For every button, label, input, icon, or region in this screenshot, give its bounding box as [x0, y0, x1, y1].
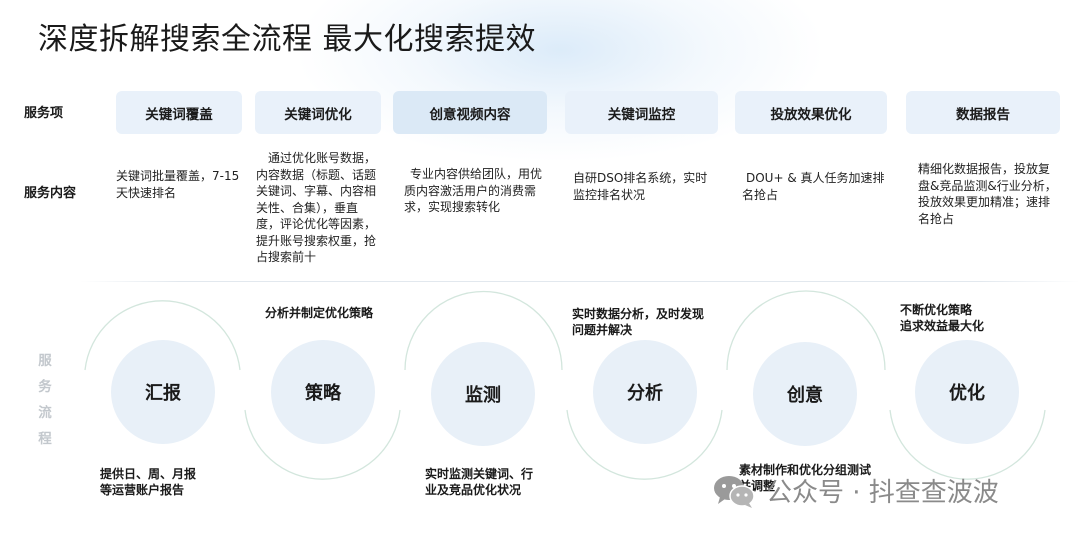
- flow-note-report: 提供日、周、月报 等运营账户报告: [100, 467, 197, 497]
- flow-note-optimize: 不断优化策略 追求效益最大化: [900, 303, 985, 333]
- flow-step-optimize: 优化: [915, 340, 1019, 444]
- flow-step-monitor: 监测: [431, 342, 535, 446]
- flow-step-analysis: 分析: [593, 340, 697, 444]
- flow-note-monitor: 实时监测关键词、行 业及竞品优化状况: [425, 467, 534, 497]
- flow-connector-arcs: [84, 290, 1046, 480]
- wechat-icon: [714, 475, 755, 508]
- flow-step-report: 汇报: [111, 340, 215, 444]
- watermark-text: 公众号 · 抖查查波波: [766, 478, 999, 508]
- watermark: 公众号 · 抖查查波波: [712, 472, 999, 509]
- flow-note-strategy: 分析并制定优化策略: [265, 306, 374, 320]
- flow-step-strategy: 策略: [271, 340, 375, 444]
- flow-note-analysis: 实时数据分析，及时发现 问题并解决: [572, 307, 705, 337]
- flow-step-creative: 创意: [753, 342, 857, 446]
